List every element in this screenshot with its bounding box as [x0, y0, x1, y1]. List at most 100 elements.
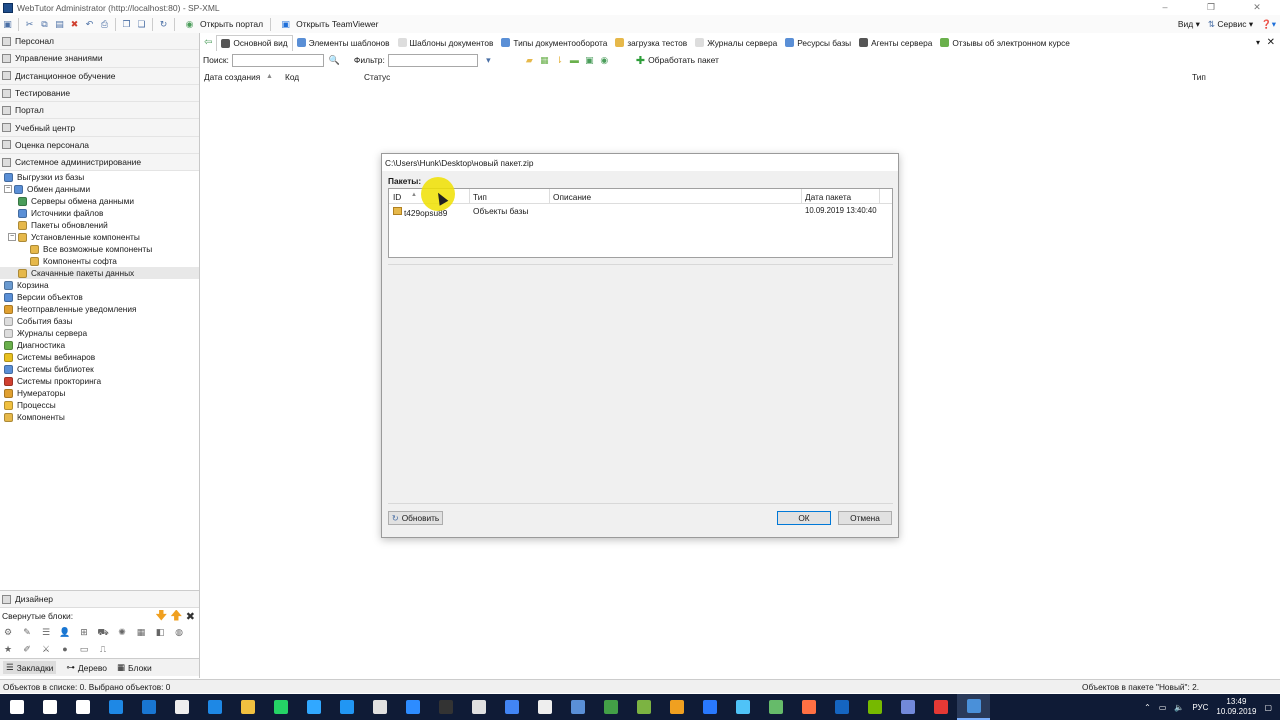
- taskbar-app-icon[interactable]: [660, 694, 693, 720]
- block-icon[interactable]: ✎: [21, 627, 33, 639]
- cancel-button[interactable]: Отмена: [838, 511, 892, 525]
- tab-item[interactable]: Ресурсы базы: [781, 35, 855, 51]
- grid-col-id[interactable]: ID: [393, 192, 401, 202]
- tab-item[interactable]: Типы документооборота: [497, 35, 611, 51]
- minimize-button[interactable]: –: [1142, 0, 1188, 15]
- sort-icon[interactable]: ⇂: [553, 54, 566, 67]
- task-view-icon[interactable]: [66, 694, 99, 720]
- tab-item[interactable]: Основной вид: [216, 34, 293, 51]
- search-icon[interactable]: 🔍: [328, 54, 341, 67]
- tab-blocks[interactable]: ▦ Блоки: [117, 662, 152, 673]
- move-up-icon[interactable]: [170, 609, 182, 621]
- refresh-icon[interactable]: ↻: [157, 18, 170, 31]
- close-blocks-icon[interactable]: ✖: [186, 610, 195, 623]
- tree-item[interactable]: − Установленные компоненты: [0, 231, 199, 243]
- tree-item[interactable]: Системы вебинаров: [0, 351, 199, 363]
- tree-item[interactable]: Неотправленные уведомления: [0, 303, 199, 315]
- start-button[interactable]: [0, 694, 33, 720]
- col-date-created[interactable]: Дата создания: [204, 72, 260, 82]
- taskbar-app-icon[interactable]: [594, 694, 627, 720]
- block-icon[interactable]: ✐: [21, 644, 33, 656]
- block-icon[interactable]: ☰: [40, 627, 52, 639]
- designer-section[interactable]: Дизайнер: [0, 590, 199, 607]
- block-icon[interactable]: ⚙: [2, 627, 14, 639]
- block-icon[interactable]: ★: [2, 644, 14, 656]
- sidebar-section[interactable]: Оценка персонала: [0, 136, 199, 155]
- taskbar-app-icon[interactable]: [264, 694, 297, 720]
- taskbar-app-icon[interactable]: [231, 694, 264, 720]
- taskbar-app-icon[interactable]: [495, 694, 528, 720]
- tree-item[interactable]: Компоненты: [0, 411, 199, 423]
- taskbar-app-icon[interactable]: [726, 694, 759, 720]
- tree-item[interactable]: Системы прокторинга: [0, 375, 199, 387]
- block-icon[interactable]: ⊞: [78, 627, 90, 639]
- sidebar-section[interactable]: Дистанционное обучение: [0, 67, 199, 85]
- filter-input[interactable]: [387, 53, 478, 67]
- clock[interactable]: 13:49 10.09.2019: [1216, 697, 1256, 717]
- language-indicator[interactable]: РУС: [1192, 703, 1208, 712]
- sidebar-section[interactable]: Персонал: [0, 33, 199, 51]
- tabs-menu-icon[interactable]: ▾: [1256, 38, 1260, 47]
- refresh-button[interactable]: ↻ Обновить: [388, 511, 443, 525]
- tree-item[interactable]: Скачанные пакеты данных: [0, 267, 199, 279]
- move-down-icon[interactable]: [155, 609, 167, 621]
- col-code[interactable]: Код: [285, 72, 299, 82]
- ok-button[interactable]: ОК: [777, 511, 831, 525]
- service-menu[interactable]: ⇅ Сервис ▾: [1208, 19, 1253, 30]
- close-tab-icon[interactable]: ✕: [1267, 37, 1275, 48]
- block-icon[interactable]: ⚔: [40, 644, 52, 656]
- sidebar-section[interactable]: Тестирование: [0, 84, 199, 103]
- sidebar-section[interactable]: Управление знаниями: [0, 50, 199, 68]
- tab-item[interactable]: загрузка тестов: [611, 35, 691, 51]
- tab-item[interactable]: Журналы сервера: [691, 35, 781, 51]
- table-icon[interactable]: ▦: [538, 54, 551, 67]
- tree-item[interactable]: Нумераторы: [0, 387, 199, 399]
- taskbar-app-icon[interactable]: [99, 694, 132, 720]
- block-icon[interactable]: ▭: [78, 644, 90, 656]
- back-icon[interactable]: ⇦: [200, 35, 216, 51]
- print-icon[interactable]: ⎙: [98, 18, 111, 31]
- tray-chevron-icon[interactable]: ⌃: [1144, 703, 1151, 712]
- taskbar-app-icon[interactable]: [132, 694, 165, 720]
- tree-item[interactable]: Все возможные компоненты: [0, 243, 199, 255]
- windows-icon[interactable]: ❏: [135, 18, 148, 31]
- block-icon[interactable]: ▦: [135, 627, 147, 639]
- taskbar-app-icon[interactable]: [858, 694, 891, 720]
- tree-item[interactable]: Диагностика: [0, 339, 199, 351]
- tree-item[interactable]: Журналы сервера: [0, 327, 199, 339]
- search-icon[interactable]: [33, 694, 66, 720]
- export-icon[interactable]: ▣: [583, 54, 596, 67]
- filter-options-icon[interactable]: ▾: [482, 54, 495, 67]
- close-button[interactable]: ✕: [1234, 0, 1280, 15]
- open-teamviewer-button[interactable]: ▣ Открыть TeamViewer: [274, 16, 382, 32]
- tab-item[interactable]: Агенты сервера: [855, 35, 936, 51]
- grid-col-date[interactable]: Дата пакета: [805, 192, 851, 202]
- sidebar-section[interactable]: Учебный центр: [0, 119, 199, 137]
- block-icon[interactable]: ⛟: [97, 627, 109, 639]
- taskbar-app-icon[interactable]: [561, 694, 594, 720]
- grid-col-description[interactable]: Описание: [553, 192, 591, 202]
- tab-item[interactable]: Шаблоны документов: [394, 35, 498, 51]
- taskbar-app-icon[interactable]: [297, 694, 330, 720]
- taskbar-app-icon[interactable]: [924, 694, 957, 720]
- col-status[interactable]: Статус: [364, 72, 390, 82]
- tree-item[interactable]: Процессы: [0, 399, 199, 411]
- tree-item[interactable]: Выгрузки из базы: [0, 171, 199, 183]
- process-package-button[interactable]: ✚ Обработать пакет: [632, 52, 723, 68]
- sidebar-section[interactable]: Портал: [0, 102, 199, 120]
- group-icon[interactable]: ▬: [568, 54, 581, 67]
- table-row[interactable]: t429opsu89 Объекты базы 10.09.2019 13:40…: [389, 204, 892, 218]
- block-icon[interactable]: ⎍: [97, 644, 109, 656]
- taskbar-app-icon[interactable]: [165, 694, 198, 720]
- search-input[interactable]: [231, 53, 324, 67]
- sidebar-section[interactable]: Системное администрирование: [0, 154, 199, 172]
- window-icon[interactable]: ❐: [120, 18, 133, 31]
- help-menu[interactable]: ❓▾: [1261, 19, 1276, 30]
- view-menu[interactable]: Вид ▾: [1178, 19, 1200, 30]
- taskbar-app-icon[interactable]: [330, 694, 363, 720]
- taskbar-app-icon[interactable]: [462, 694, 495, 720]
- block-icon[interactable]: ●: [59, 644, 71, 656]
- block-icon[interactable]: ✺: [116, 627, 128, 639]
- cut-icon[interactable]: ✂: [23, 18, 36, 31]
- notifications-icon[interactable]: ▢: [1264, 703, 1272, 712]
